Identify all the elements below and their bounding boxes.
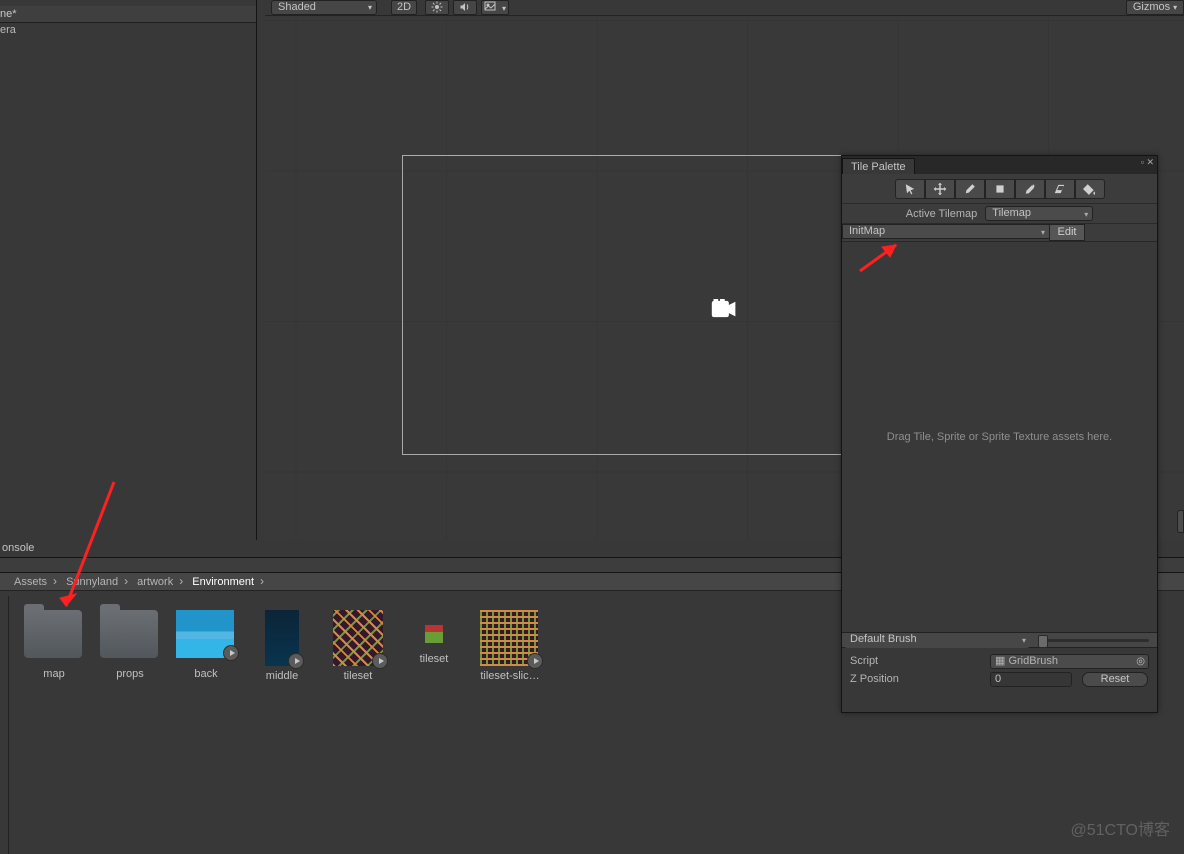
palette-drop-area[interactable]: Drag Tile, Sprite or Sprite Texture asse…: [842, 242, 1157, 632]
sprite-thumb: [333, 610, 383, 666]
tile-palette-tool-row: [842, 174, 1157, 204]
asset-tileset-1[interactable]: tileset: [328, 610, 388, 840]
chevron-right-icon: ›: [51, 574, 59, 588]
sprite-thumb: [425, 625, 443, 643]
play-badge-icon: [372, 653, 388, 669]
scene-name: ne*: [0, 8, 17, 20]
asset-middle[interactable]: middle: [252, 610, 312, 840]
tile-palette-titlebar[interactable]: Tile Palette ▫ ✕: [842, 156, 1157, 174]
eraser-tool-button[interactable]: [1045, 179, 1075, 199]
camera-gizmo-icon[interactable]: [711, 299, 737, 319]
asset-label: props: [100, 668, 160, 680]
camera-name: era: [0, 24, 16, 36]
brush-row: Default Brush: [842, 632, 1157, 648]
inspector-collapse-handle[interactable]: [1177, 510, 1184, 533]
tile-palette-window-controls[interactable]: ▫ ✕: [1141, 157, 1154, 168]
z-position-input[interactable]: 0: [990, 672, 1072, 687]
fill-tool-button[interactable]: [1075, 179, 1105, 199]
palette-select-row: InitMap Edit: [842, 224, 1157, 242]
render-mode-dropdown[interactable]: Shaded: [271, 0, 377, 15]
tile-palette-tab[interactable]: Tile Palette: [842, 158, 915, 174]
active-tilemap-dropdown[interactable]: Tilemap: [985, 206, 1093, 221]
asset-label: middle: [252, 670, 312, 682]
crumb-assets[interactable]: Assets: [10, 576, 51, 588]
folder-icon: [100, 610, 158, 658]
asset-label: back: [176, 668, 236, 680]
crumb-environment[interactable]: Environment: [188, 576, 258, 588]
sprite-thumb: [480, 610, 538, 666]
asset-folder-map[interactable]: map: [24, 610, 84, 840]
brush-inspector: Script ▦ GridBrush Z Position 0 Reset: [842, 648, 1157, 696]
brush-tool-button[interactable]: [955, 179, 985, 199]
sprite-thumb: [265, 610, 299, 666]
brush-dropdown[interactable]: Default Brush: [844, 633, 1030, 648]
move-tool-button[interactable]: [925, 179, 955, 199]
asset-label: tileset: [328, 670, 388, 682]
palette-drop-hint: Drag Tile, Sprite or Sprite Texture asse…: [887, 431, 1112, 443]
asset-label: tileset-slic…: [480, 670, 540, 682]
project-folder-tree[interactable]: [0, 596, 9, 854]
effects-dropdown-button[interactable]: [481, 0, 509, 15]
select-tool-button[interactable]: [895, 179, 925, 199]
toggle-2d-button[interactable]: 2D: [391, 0, 417, 15]
asset-tileset-2[interactable]: tileset: [404, 610, 464, 840]
hierarchy-scene-row[interactable]: ne*: [0, 6, 256, 22]
asset-label: map: [24, 668, 84, 680]
brush-size-slider[interactable]: [1038, 639, 1149, 642]
hierarchy-divider: [0, 22, 256, 23]
script-value: GridBrush: [1008, 655, 1058, 667]
palette-edit-button[interactable]: Edit: [1049, 224, 1085, 241]
z-position-label: Z Position: [850, 673, 984, 685]
palette-dropdown[interactable]: InitMap: [842, 224, 1049, 239]
box-tool-button[interactable]: [985, 179, 1015, 199]
play-badge-icon: [223, 645, 239, 661]
chevron-right-icon: ›: [258, 574, 266, 588]
z-reset-button[interactable]: Reset: [1082, 672, 1148, 687]
sprite-thumb: [176, 610, 234, 658]
tile-palette-window[interactable]: Tile Palette ▫ ✕ Active Tilemap Tilemap …: [841, 155, 1158, 713]
crumb-artwork[interactable]: artwork: [133, 576, 177, 588]
lighting-toggle-button[interactable]: [425, 0, 449, 15]
script-label: Script: [850, 655, 984, 667]
scene-toolbar: Shaded 2D Gizmos: [265, 0, 1184, 16]
hierarchy-panel: ne* era: [0, 0, 257, 540]
asset-folder-props[interactable]: props: [100, 610, 160, 840]
asset-tileset-sliced[interactable]: tileset-slic…: [480, 610, 540, 840]
audio-toggle-button[interactable]: [453, 0, 477, 15]
active-tilemap-row: Active Tilemap Tilemap: [842, 204, 1157, 224]
play-badge-icon: [288, 653, 304, 669]
chevron-right-icon: ›: [177, 574, 185, 588]
gizmos-dropdown-button[interactable]: Gizmos: [1126, 0, 1184, 15]
chevron-right-icon: ›: [122, 574, 130, 588]
asset-back[interactable]: back: [176, 610, 236, 840]
watermark: @51CTO博客: [1070, 816, 1170, 840]
play-badge-icon: [527, 653, 543, 669]
tab-console[interactable]: onsole: [0, 542, 34, 554]
active-tilemap-label: Active Tilemap: [906, 208, 978, 220]
script-object-field[interactable]: ▦ GridBrush: [990, 654, 1149, 669]
asset-label: tileset: [404, 653, 464, 665]
crumb-sunnyland[interactable]: Sunnyland: [62, 576, 122, 588]
hierarchy-camera-row[interactable]: era: [0, 22, 256, 38]
folder-icon: [24, 610, 82, 658]
picker-tool-button[interactable]: [1015, 179, 1045, 199]
